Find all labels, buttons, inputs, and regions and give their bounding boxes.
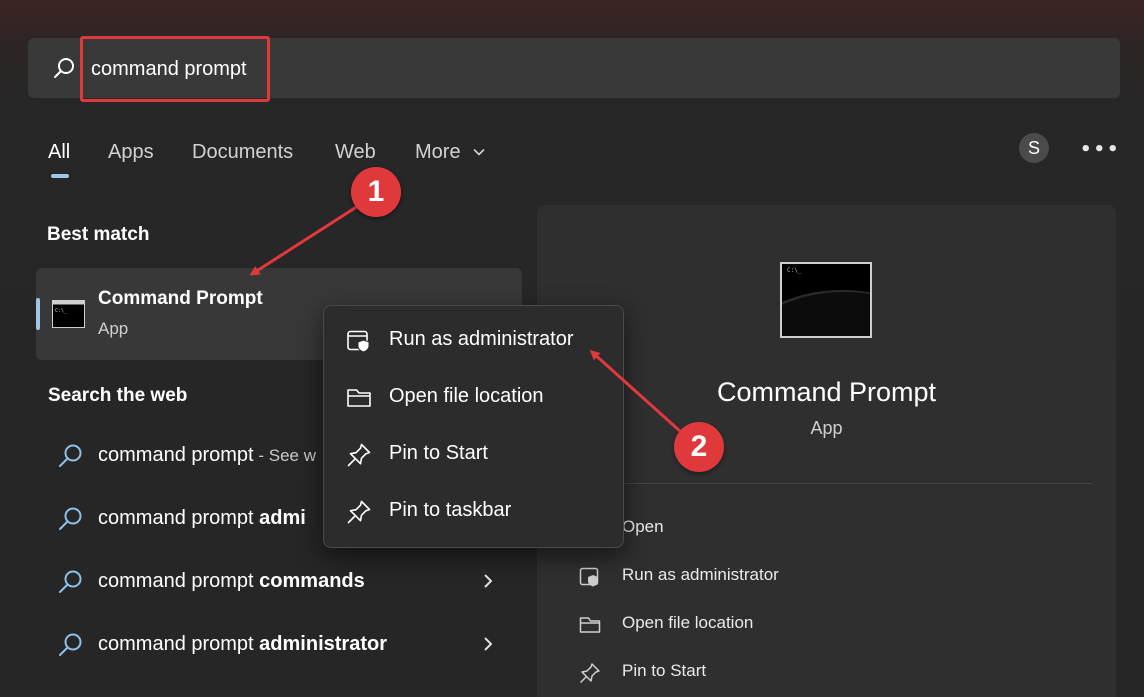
tab-documents[interactable]: Documents (192, 141, 293, 164)
best-match-subtitle: App (98, 319, 129, 338)
detail-action-open[interactable]: Open (578, 509, 1078, 549)
tab-all[interactable]: All (48, 141, 70, 164)
pin-icon (580, 663, 600, 683)
annotation-highlight-box (80, 36, 270, 102)
command-prompt-icon: C:\_ (52, 300, 85, 328)
chevron-down-icon (473, 148, 485, 156)
search-icon (59, 633, 82, 656)
detail-action-run-as-admin[interactable]: Run as administrator (578, 557, 1078, 597)
context-menu-open-file-location[interactable]: Open file location (323, 372, 624, 424)
folder-icon (347, 389, 371, 407)
folder-icon (579, 617, 601, 633)
search-icon (59, 444, 82, 467)
annotation-badge-2: 2 (674, 422, 724, 472)
pin-icon (347, 500, 371, 524)
best-match-title: Command Prompt (98, 288, 263, 309)
web-result-label: command prompt commands (98, 570, 365, 592)
annotation-arrow-1 (249, 204, 359, 276)
avatar[interactable]: S (1019, 133, 1049, 163)
tab-apps[interactable]: Apps (108, 141, 154, 164)
tab-active-indicator (51, 174, 69, 178)
context-menu-pin-to-start[interactable]: Pin to Start (323, 429, 624, 481)
svg-text:C:\_: C:\_ (55, 308, 68, 314)
web-result-row[interactable]: command prompt commands (36, 554, 522, 610)
annotation-badge-1: 1 (351, 167, 401, 217)
search-icon (59, 570, 82, 593)
ellipsis-icon[interactable]: ••• (1080, 139, 1121, 160)
web-result-row[interactable]: command prompt administrator (36, 617, 522, 673)
web-result-label: command prompt - See w (98, 444, 316, 466)
command-prompt-large-icon: C:\_ (780, 262, 872, 338)
search-icon (59, 507, 82, 530)
shield-admin-icon (347, 330, 370, 353)
search-icon (54, 58, 74, 78)
shield-admin-icon (579, 567, 599, 587)
tab-more[interactable]: More (415, 141, 461, 164)
chevron-right-icon (484, 574, 493, 588)
detail-action-open-file-location[interactable]: Open file location (578, 605, 1078, 645)
context-menu-run-as-admin[interactable]: Run as administrator (323, 315, 624, 367)
tab-web[interactable]: Web (335, 141, 376, 164)
divider (560, 483, 1092, 484)
chevron-right-icon (484, 637, 493, 651)
detail-action-pin-to-start[interactable]: Pin to Start (578, 653, 1078, 693)
search-web-heading: Search the web (48, 385, 188, 406)
selection-indicator (36, 298, 40, 330)
pin-icon (347, 443, 371, 467)
best-match-heading: Best match (47, 224, 150, 245)
web-result-label: command prompt administrator (98, 633, 387, 655)
web-result-label: command prompt admi (98, 507, 306, 529)
context-menu-pin-to-taskbar[interactable]: Pin to taskbar (323, 486, 624, 538)
